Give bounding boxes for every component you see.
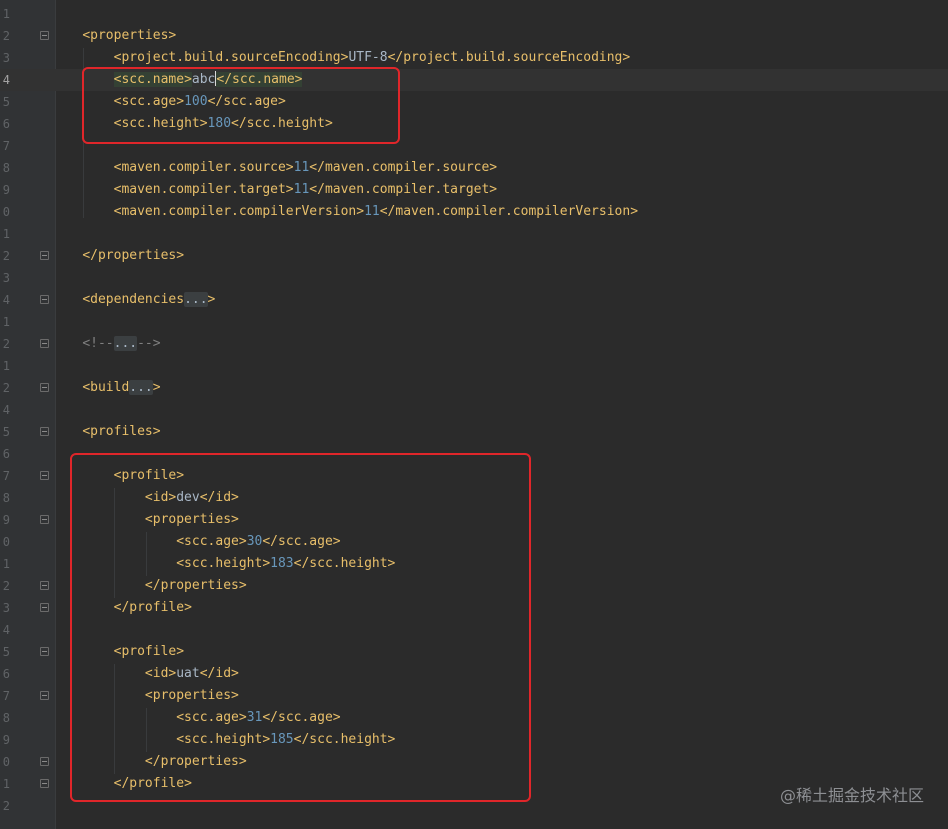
- fold-toggle-icon[interactable]: [40, 647, 49, 656]
- code-text[interactable]: <!--...-->: [51, 333, 161, 355]
- line-number: 4: [2, 403, 10, 417]
- code-line[interactable]: 3 <project.build.sourceEncoding>UTF-8</p…: [0, 47, 948, 69]
- code-text[interactable]: <maven.compiler.source>11</maven.compile…: [51, 157, 498, 179]
- code-line[interactable]: 1: [0, 3, 948, 25]
- line-number: 5: [2, 645, 10, 659]
- code-line[interactable]: 2 <!--...-->: [0, 333, 948, 355]
- line-number: 0: [2, 755, 10, 769]
- fold-toggle-icon[interactable]: [40, 31, 49, 40]
- line-number: 5: [2, 425, 10, 439]
- line-number: 4: [2, 73, 10, 87]
- watermark: @稀土掘金技术社区: [779, 786, 924, 805]
- line-number: 9: [2, 733, 10, 747]
- line-number: 3: [2, 271, 10, 285]
- code-editor[interactable]: 12 <properties> 3 <project.build.sourceEn…: [0, 0, 948, 829]
- line-number: 6: [2, 117, 10, 131]
- fold-toggle-icon[interactable]: [40, 691, 49, 700]
- code-line[interactable]: 2 <properties>: [0, 25, 948, 47]
- line-number: 7: [2, 469, 10, 483]
- fold-toggle-icon[interactable]: [40, 779, 49, 788]
- line-number: 7: [2, 689, 10, 703]
- fold-toggle-icon[interactable]: [40, 757, 49, 766]
- code-text[interactable]: <maven.compiler.target>11</maven.compile…: [51, 179, 498, 201]
- line-number: 2: [2, 249, 10, 263]
- line-number: 4: [2, 623, 10, 637]
- code-line[interactable]: 4: [0, 399, 948, 421]
- code-line[interactable]: 3: [0, 267, 948, 289]
- line-number: 9: [2, 183, 10, 197]
- line-number: 6: [2, 667, 10, 681]
- fold-toggle-icon[interactable]: [40, 383, 49, 392]
- line-number: 8: [2, 161, 10, 175]
- line-number: 8: [2, 491, 10, 505]
- code-text[interactable]: <properties>: [51, 25, 176, 47]
- line-number: 5: [2, 95, 10, 109]
- highlight-box-default-properties: [82, 67, 400, 144]
- line-number: 2: [2, 29, 10, 43]
- line-number: 1: [2, 7, 10, 21]
- line-number: 2: [2, 799, 10, 813]
- line-number: 8: [2, 711, 10, 725]
- fold-toggle-icon[interactable]: [40, 295, 49, 304]
- line-number: 3: [2, 601, 10, 615]
- line-number: 0: [2, 535, 10, 549]
- code-text[interactable]: <maven.compiler.compilerVersion>11</mave…: [51, 201, 638, 223]
- code-text[interactable]: </properties>: [51, 245, 184, 267]
- code-line[interactable]: 5 <profiles>: [0, 421, 948, 443]
- line-number: 1: [2, 557, 10, 571]
- line-number: 2: [2, 381, 10, 395]
- line-number: 2: [2, 337, 10, 351]
- fold-toggle-icon[interactable]: [40, 581, 49, 590]
- line-number: 1: [2, 315, 10, 329]
- fold-toggle-icon[interactable]: [40, 603, 49, 612]
- code-line[interactable]: 2 <build...>: [0, 377, 948, 399]
- fold-toggle-icon[interactable]: [40, 339, 49, 348]
- fold-toggle-icon[interactable]: [40, 515, 49, 524]
- line-number: 4: [2, 293, 10, 307]
- code-line[interactable]: 1: [0, 223, 948, 245]
- fold-toggle-icon[interactable]: [40, 427, 49, 436]
- line-number: 1: [2, 777, 10, 791]
- code-text[interactable]: <dependencies...>: [51, 289, 215, 311]
- code-text[interactable]: <profiles>: [51, 421, 160, 443]
- line-number: 1: [2, 227, 10, 241]
- code-text[interactable]: <project.build.sourceEncoding>UTF-8</pro…: [51, 47, 631, 69]
- code-line[interactable]: 1: [0, 355, 948, 377]
- line-number: 6: [2, 447, 10, 461]
- line-number: 3: [2, 51, 10, 65]
- code-line[interactable]: 4 <dependencies...>: [0, 289, 948, 311]
- line-number: 0: [2, 205, 10, 219]
- highlight-box-profiles: [70, 453, 531, 802]
- code-line[interactable]: 0 <maven.compiler.compilerVersion>11</ma…: [0, 201, 948, 223]
- fold-toggle-icon[interactable]: [40, 471, 49, 480]
- line-number: 2: [2, 579, 10, 593]
- code-line[interactable]: 8 <maven.compiler.source>11</maven.compi…: [0, 157, 948, 179]
- code-line[interactable]: 9 <maven.compiler.target>11</maven.compi…: [0, 179, 948, 201]
- line-number: 1: [2, 359, 10, 373]
- fold-toggle-icon[interactable]: [40, 251, 49, 260]
- code-line[interactable]: 2 </properties>: [0, 245, 948, 267]
- line-number: 7: [2, 139, 10, 153]
- line-number: 9: [2, 513, 10, 527]
- code-line[interactable]: 1: [0, 311, 948, 333]
- code-text[interactable]: <build...>: [51, 377, 161, 399]
